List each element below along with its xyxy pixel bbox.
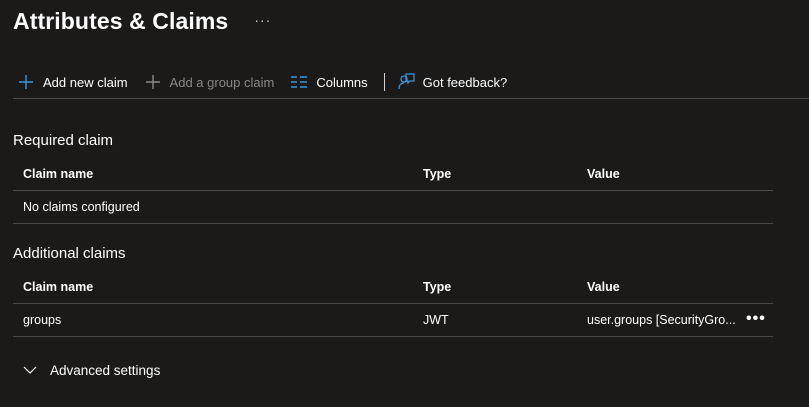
advanced-settings-toggle[interactable]: Advanced settings [22, 362, 160, 378]
add-group-claim-button[interactable]: Add a group claim [136, 66, 275, 98]
column-header-claim-name[interactable]: Claim name [23, 271, 93, 303]
title-row: Attributes & Claims ··· [13, 8, 271, 35]
claim-type-cell: JWT [423, 313, 449, 327]
table-header-row: Claim name Type Value [13, 271, 773, 304]
claim-name-cell: groups [23, 313, 62, 327]
feedback-label: Got feedback? [422, 74, 508, 90]
plus-icon [142, 71, 164, 93]
required-claim-table: Claim name Type Value No claims configur… [13, 158, 773, 224]
row-more-options-button[interactable]: ••• [746, 304, 766, 336]
chevron-down-icon [22, 362, 38, 378]
column-header-claim-name[interactable]: Claim name [23, 158, 93, 190]
columns-icon [288, 71, 310, 93]
add-new-claim-button[interactable]: Add new claim [9, 66, 128, 98]
column-header-value[interactable]: Value [587, 271, 620, 303]
more-options-button[interactable]: ··· [254, 12, 271, 28]
feedback-button[interactable]: Got feedback? [395, 66, 508, 98]
empty-message: No claims configured [23, 200, 140, 214]
column-header-type[interactable]: Type [423, 271, 451, 303]
add-group-claim-label: Add a group claim [169, 74, 275, 90]
plus-icon [15, 71, 37, 93]
feedback-icon [395, 71, 417, 93]
columns-button[interactable]: Columns [282, 66, 368, 98]
additional-claims-title: Additional claims [13, 245, 126, 262]
toolbar-divider [383, 73, 385, 91]
columns-label: Columns [316, 74, 368, 90]
page-title: Attributes & Claims [13, 8, 229, 34]
advanced-settings-label: Advanced settings [50, 362, 161, 378]
table-header-row: Claim name Type Value [13, 158, 773, 191]
command-bar: Add new claim Add a group claim Columns [13, 66, 809, 99]
attributes-claims-page: Attributes & Claims ··· Add new claim Ad… [0, 0, 809, 407]
column-header-value[interactable]: Value [587, 158, 620, 190]
empty-row: No claims configured [13, 191, 773, 224]
required-claim-title: Required claim [13, 132, 114, 149]
column-header-type[interactable]: Type [423, 158, 451, 190]
claim-value-cell: user.groups [SecurityGro... [587, 313, 736, 327]
table-row[interactable]: groups JWT user.groups [SecurityGro... •… [13, 304, 773, 337]
add-new-claim-label: Add new claim [43, 74, 128, 90]
additional-claims-table: Claim name Type Value groups JWT user.gr… [13, 271, 773, 337]
